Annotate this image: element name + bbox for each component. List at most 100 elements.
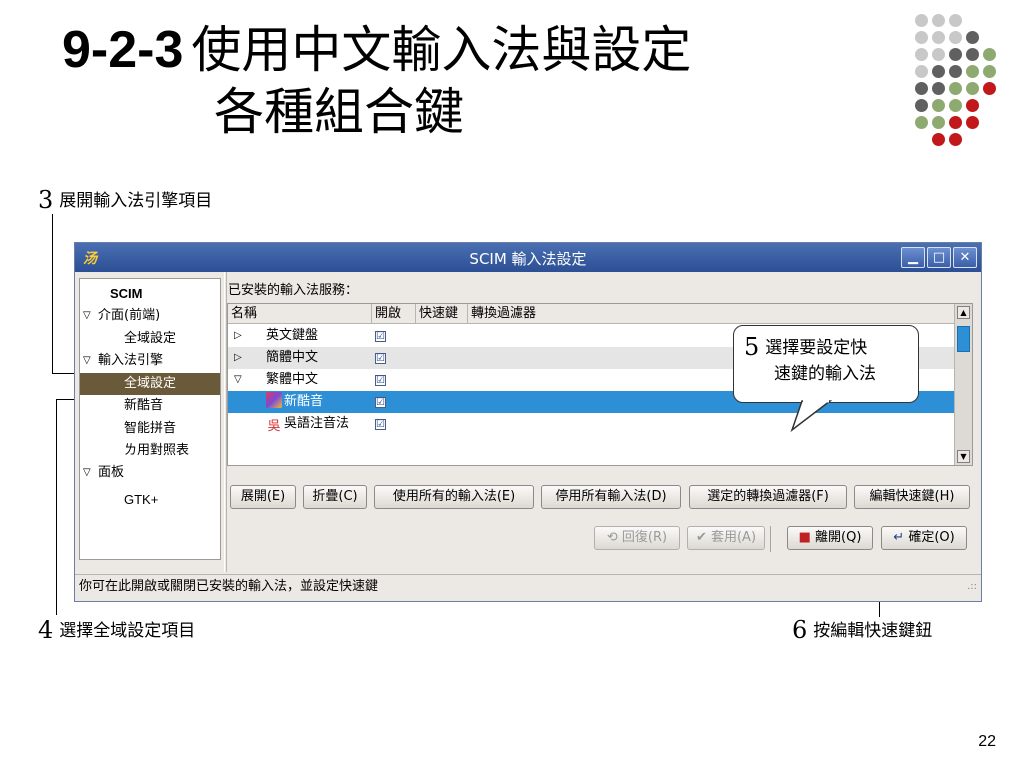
callout-6-text: 按編輯快速鍵鈕: [813, 621, 933, 641]
enable-checkbox[interactable]: ☑: [375, 397, 386, 408]
callout-4-text: 選擇全域設定項目: [59, 621, 196, 641]
expand-triangle-icon[interactable]: ▷: [234, 347, 242, 369]
disable-all-button[interactable]: 停用所有輸入法(D): [541, 485, 681, 509]
decorative-dot: [932, 48, 945, 61]
collapse-button[interactable]: 折疊(C): [303, 485, 367, 509]
decorative-dot: [966, 116, 979, 129]
callout-4-line: [56, 399, 57, 615]
tree-item-frontend-global[interactable]: 全域設定: [80, 328, 220, 350]
window-titlebar[interactable]: 汤 SCIM 輸入法設定 ▁ □ ✕: [75, 243, 981, 272]
callout-5-text-line2: 速鍵的輸入法: [774, 364, 876, 384]
scroll-up-icon[interactable]: ▲: [957, 306, 970, 319]
tree-item-smart-pinyin[interactable]: 智能拼音: [80, 418, 220, 440]
column-header-name[interactable]: 名稱: [228, 304, 372, 324]
callout-5-text-line1: 選擇要設定快: [765, 338, 868, 358]
button-separator: [770, 526, 771, 552]
close-window-button[interactable]: ✕: [953, 247, 977, 268]
decorative-dot: [983, 65, 996, 78]
tree-item-frontend[interactable]: ▽ 介面(前端): [80, 305, 220, 327]
maximize-button[interactable]: □: [927, 247, 951, 268]
tree-item-table[interactable]: ㄌ用對照表: [80, 440, 220, 462]
tree-item-label: 全域設定: [124, 331, 177, 346]
enable-checkbox[interactable]: ☑: [375, 353, 386, 364]
ime-name: 新酷音: [284, 394, 324, 409]
decorative-dot: [966, 48, 979, 61]
decorative-dot: [915, 82, 928, 95]
decorative-dot: [932, 133, 945, 146]
tree-item-label: 面板: [98, 465, 125, 480]
ime-name: 吳語注音法: [284, 416, 350, 431]
minimize-button[interactable]: ▁: [901, 247, 925, 268]
tree-item-panel[interactable]: ▽ 面板: [80, 462, 220, 484]
decorative-dot: [949, 65, 962, 78]
exit-icon: ■: [798, 530, 816, 545]
decorative-dot: [966, 65, 979, 78]
decorative-dot: [966, 31, 979, 44]
column-header-hotkey[interactable]: 快速鍵: [416, 304, 468, 324]
resize-grip-icon[interactable]: .::: [967, 575, 977, 599]
decorative-dot: [949, 133, 962, 146]
decorative-dot: [932, 82, 945, 95]
window-title: SCIM 輸入法設定: [469, 250, 587, 268]
enable-checkbox[interactable]: ☑: [375, 375, 386, 386]
ok-button[interactable]: ↵ 確定(O): [881, 526, 967, 550]
expand-triangle-icon[interactable]: ▽: [83, 350, 91, 372]
scrollbar-thumb[interactable]: [957, 326, 970, 352]
column-header-enable[interactable]: 開啟: [372, 304, 416, 324]
callout-6-number: 6: [792, 616, 808, 644]
quit-button[interactable]: ■ 離開(Q): [787, 526, 873, 550]
revert-icon: ⟲: [606, 530, 622, 545]
expand-triangle-icon[interactable]: ▽: [234, 369, 242, 391]
tree-item-chewing[interactable]: 新酷音: [80, 395, 220, 417]
tree-item-imengine-global[interactable]: 全域設定: [80, 373, 220, 395]
filters-button[interactable]: 選定的轉換過濾器(F): [689, 485, 847, 509]
decorative-dot: [915, 65, 928, 78]
decorative-dot: [932, 99, 945, 112]
expand-triangle-icon[interactable]: ▽: [83, 305, 91, 327]
enable-all-button[interactable]: 使用所有的輸入法(E): [374, 485, 534, 509]
tree-item-label: ㄌ用對照表: [124, 443, 190, 458]
tree-item-imengine[interactable]: ▽ 輸入法引擎: [80, 350, 220, 372]
decorative-dot: [915, 99, 928, 112]
enable-checkbox[interactable]: ☑: [375, 331, 386, 342]
expand-button[interactable]: 展開(E): [230, 485, 296, 509]
table-scrollbar[interactable]: ▲ ▼: [954, 304, 972, 465]
tree-item-gtk[interactable]: GTK+: [80, 489, 220, 511]
ime-name-cell: 吳吳語注音法: [266, 413, 349, 435]
revert-button[interactable]: ⟲ 回復(R): [594, 526, 680, 550]
decorative-dot: [932, 31, 945, 44]
expand-triangle-icon[interactable]: ▷: [234, 325, 242, 347]
decorative-dot: [949, 116, 962, 129]
revert-label: 回復(R): [621, 530, 668, 545]
settings-tree: SCIM ▽ 介面(前端) 全域設定 ▽ 輸入法引擎 全域設定 新酷音 智能拼音 ㄌ…: [79, 278, 221, 560]
ime-name-cell: 新酷音: [266, 391, 323, 413]
tree-item-label: 智能拼音: [124, 421, 177, 436]
scroll-down-icon[interactable]: ▼: [957, 450, 970, 463]
decorative-dot: [949, 82, 962, 95]
decorative-dot: [966, 82, 979, 95]
decorative-dot-grid: [904, 14, 1014, 164]
chewing-icon: [266, 392, 282, 408]
status-bar: 你可在此開啟或關閉已安裝的輸入法，並設定快速鍵 .::: [75, 574, 981, 601]
column-header-filter[interactable]: 轉換過濾器: [468, 304, 954, 324]
decorative-dot: [949, 48, 962, 61]
callout-6: 6 按編輯快速鍵鈕: [792, 616, 932, 644]
slide-title: 9-2-3 使用中文輸入法與設定 各種組合鍵: [62, 22, 691, 140]
enable-checkbox[interactable]: ☑: [375, 419, 386, 430]
installed-ime-label: 已安裝的輸入法服務：: [228, 283, 359, 298]
expand-triangle-icon[interactable]: ▽: [83, 462, 91, 484]
decorative-dot: [915, 31, 928, 44]
apply-button[interactable]: ✔ 套用(A): [687, 526, 765, 550]
page-number: 22: [978, 733, 996, 750]
decorative-dot: [949, 14, 962, 27]
decorative-dot: [949, 31, 962, 44]
decorative-dot: [932, 65, 945, 78]
decorative-dot: [915, 116, 928, 129]
tree-item-scim[interactable]: SCIM: [80, 283, 220, 305]
callout-5-number: 5: [744, 333, 760, 361]
ime-name: 簡體中文: [266, 350, 319, 365]
status-text: 你可在此開啟或關閉已安裝的輸入法，並設定快速鍵: [79, 579, 379, 594]
callout-4-number: 4: [38, 616, 54, 644]
edit-hotkeys-button[interactable]: 編輯快速鍵(H): [854, 485, 970, 509]
decorative-dot: [932, 14, 945, 27]
